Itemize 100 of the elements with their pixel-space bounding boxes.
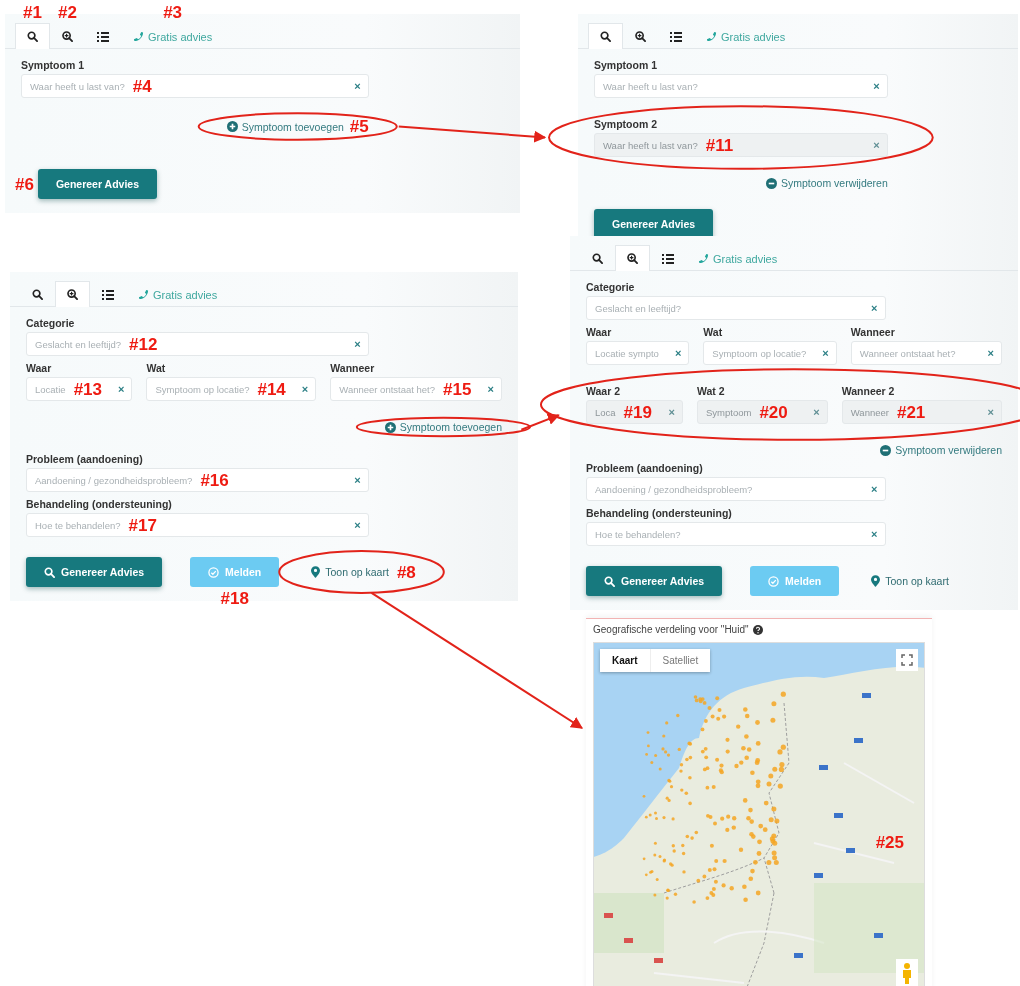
callout-number: #11 <box>705 136 734 154</box>
field-label: Wanneer <box>850 326 896 338</box>
field-label: Wat 2 <box>697 385 726 397</box>
arrow <box>520 413 560 431</box>
phone-icon <box>133 31 144 42</box>
field-label: Symptoom 2 <box>594 118 658 130</box>
zoom-in-icon <box>67 289 78 300</box>
callout-number: #16 <box>200 471 229 489</box>
clear-icon[interactable]: × <box>487 383 494 395</box>
field-label: Categorie <box>26 317 76 329</box>
add-symptom-link[interactable]: Symptoom toevoegen <box>384 421 502 433</box>
input-field[interactable]: Hoe te behandelen? × <box>586 522 886 546</box>
search-icon <box>27 31 38 42</box>
input-field[interactable]: Hoe te behandelen? #17 × <box>26 513 369 537</box>
list-icon <box>97 31 109 42</box>
show-on-map-link[interactable]: Toon op kaart <box>307 557 393 587</box>
callout-number: #19 <box>623 403 652 421</box>
clear-icon[interactable]: × <box>354 80 361 92</box>
search-icon <box>44 566 55 578</box>
clear-icon[interactable]: × <box>871 302 878 314</box>
list-icon <box>102 289 114 300</box>
input-field[interactable]: Geslacht en leeftijd? × <box>586 296 886 320</box>
map-view[interactable]: Kaart Satelliet #25 <box>593 642 925 986</box>
field-label: Wanneer 2 <box>841 385 896 397</box>
generate-advice-button[interactable]: Genereer Advies <box>26 557 163 587</box>
map-pin-icon <box>871 575 881 587</box>
clear-icon[interactable]: × <box>822 347 829 359</box>
phone-icon <box>698 253 709 264</box>
map-type-tab[interactable]: Satelliet <box>650 649 711 672</box>
clear-icon[interactable]: × <box>354 338 361 350</box>
show-on-map-link[interactable]: Toon op kaart <box>867 566 953 596</box>
callout-number: #17 <box>128 516 157 534</box>
minus-circle-icon <box>765 177 777 189</box>
clear-icon[interactable]: × <box>354 474 361 486</box>
field-label: Waar 2 <box>586 385 622 397</box>
input-field[interactable]: Wanneer ontstaat het? #15 × <box>330 377 502 401</box>
callout-number: #12 <box>129 335 158 353</box>
list-icon <box>670 31 682 42</box>
generate-advice-button[interactable]: Genereer Advies <box>594 209 714 239</box>
input-field[interactable]: Locatie sympto × <box>586 341 690 365</box>
callout-number: #4 <box>132 77 152 95</box>
callout-number: #3 <box>163 4 183 21</box>
generate-advice-button[interactable]: Genereer Advies <box>37 169 157 199</box>
callout-number: #20 <box>759 403 788 421</box>
advice-link[interactable]: Gratis advies <box>694 23 798 49</box>
phone-icon <box>138 289 149 300</box>
zoom-tab[interactable] <box>615 245 650 271</box>
zoom-in-icon <box>627 253 638 264</box>
minus-circle-icon <box>880 444 892 456</box>
clear-icon[interactable]: × <box>871 483 878 495</box>
help-icon[interactable] <box>752 624 763 635</box>
search-tab[interactable] <box>588 23 623 49</box>
advice-link[interactable]: Gratis advies <box>126 281 230 307</box>
search-icon <box>32 289 43 300</box>
fullscreen-icon[interactable] <box>896 649 918 671</box>
add-symptom-link[interactable]: Symptoom toevoegen <box>226 120 344 133</box>
clear-icon[interactable]: × <box>301 383 309 395</box>
callout-number: #21 <box>896 403 926 421</box>
generate-advice-button[interactable]: Genereer Advies <box>586 566 723 596</box>
input-field[interactable]: Locatie #13 × <box>26 377 133 401</box>
advice-link[interactable]: Gratis advies <box>686 245 790 271</box>
clear-icon[interactable]: × <box>987 347 994 359</box>
zoom-in-icon <box>62 31 73 42</box>
input-field[interactable]: Geslacht en leeftijd? #12 × <box>26 332 369 356</box>
clear-icon[interactable]: × <box>871 528 878 540</box>
zoom-tab[interactable] <box>55 281 90 307</box>
clear-icon[interactable]: × <box>118 383 125 395</box>
map-pin-icon <box>311 566 321 578</box>
input-field[interactable]: Symptoom op locatie? #14 × <box>146 377 317 401</box>
map-title: Geografische verdeling voor "Huid" <box>593 624 749 635</box>
input-field[interactable]: Symptoom op locatie? × <box>703 341 837 365</box>
clear-icon[interactable]: × <box>354 519 361 531</box>
plus-circle-icon <box>384 421 396 433</box>
list-icon <box>662 253 674 264</box>
remove-symptom-link[interactable]: Symptoom verwijderen <box>880 444 1002 456</box>
field-label: Wat <box>146 362 167 374</box>
callout-number: #15 <box>443 380 472 398</box>
field-label: Symptoom 1 <box>21 59 85 71</box>
clear-icon[interactable]: × <box>873 80 880 92</box>
clear-icon[interactable]: × <box>674 347 682 359</box>
callout-number: #5 <box>349 118 369 135</box>
check-circle-icon <box>768 575 780 587</box>
callout-number: #8 <box>396 563 416 581</box>
callout-number: #18 <box>220 590 249 607</box>
input-field[interactable]: Wanneer ontstaat het? × <box>850 341 1002 365</box>
field-label: Waar <box>586 326 613 338</box>
input-field[interactable]: Aandoening / gezondheidsprobleem? × <box>586 477 886 501</box>
field-label: Behandeling (ondersteuning) <box>586 507 733 519</box>
search-icon <box>592 253 603 264</box>
remove-symptom-link[interactable]: Symptoom verwijderen <box>765 177 888 189</box>
callout-number: #2 <box>58 4 77 21</box>
map-type-tab[interactable]: Kaart <box>600 649 651 672</box>
input-field[interactable]: Waar heeft u last van? × <box>594 74 888 98</box>
input-field[interactable]: Aandoening / gezondheidsprobleem? #16 × <box>26 468 369 492</box>
search-icon <box>600 31 611 42</box>
field-label: Waar <box>26 362 53 374</box>
callout-number: #13 <box>73 380 102 398</box>
plus-circle-icon <box>226 121 238 132</box>
callout-number: #14 <box>257 380 286 398</box>
input-field[interactable]: Waar heeft u last van? #4 × <box>21 74 369 98</box>
